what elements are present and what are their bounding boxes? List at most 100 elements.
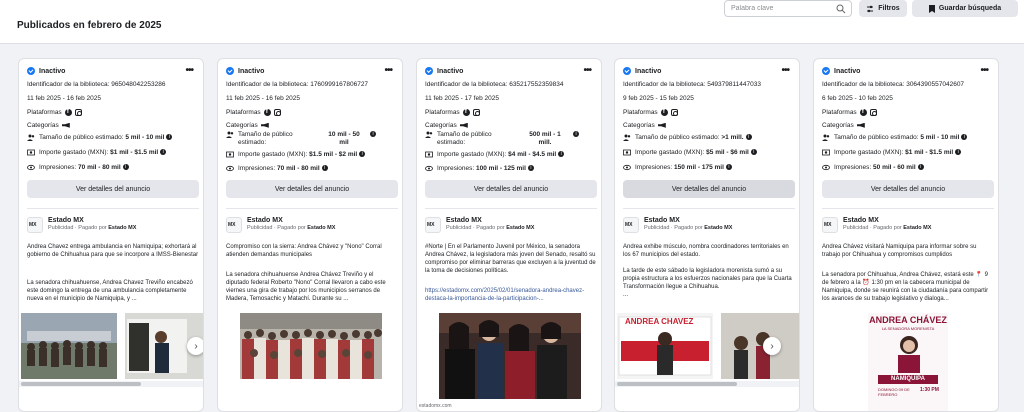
info-icon[interactable]: i (955, 149, 962, 156)
status-check-icon (226, 67, 234, 75)
spend-value: $5 mil - $6 mil (706, 149, 749, 156)
info-icon[interactable]: i (359, 151, 366, 158)
info-icon[interactable]: i (745, 134, 752, 141)
advertiser-logo[interactable] (623, 217, 639, 233)
audience-value: 5 mil - 10 mil (920, 134, 960, 141)
view-details-button[interactable]: Ver detalles del anuncio (822, 180, 994, 198)
library-id-label: Identificador de la biblioteca: (425, 81, 508, 88)
spend-value: $4 mil - $4.5 mil (508, 151, 557, 158)
more-options-icon[interactable]: ••• (384, 65, 392, 76)
sponsored-label: Publicidad (247, 225, 273, 231)
impressions-row: Impresiones: 100 mil - 125 mil i (425, 165, 597, 172)
carousel: › (21, 313, 203, 379)
advertiser-name[interactable]: Estado MX (247, 217, 335, 224)
info-icon[interactable]: i (527, 165, 534, 172)
carousel-next-button[interactable]: › (763, 337, 781, 355)
advertiser-logo[interactable] (27, 217, 43, 233)
poster-portrait (898, 336, 920, 373)
advertiser-name[interactable]: Estado MX (446, 217, 534, 224)
info-icon[interactable]: i (558, 151, 565, 158)
ad-body-text: La senadora por Chihuahua, Andrea Chávez… (822, 272, 989, 302)
more-options-icon[interactable]: ••• (980, 65, 988, 76)
sponsored-label: Publicidad (644, 225, 670, 231)
advertiser-logo[interactable] (425, 217, 441, 233)
impressions-row: Impresiones: 150 mil - 175 mil i (623, 164, 795, 171)
info-icon[interactable]: i (573, 131, 579, 137)
status-check-icon (425, 67, 433, 75)
money-icon (822, 149, 830, 156)
ad-link[interactable]: https://estadomx.com/2025/02/01/senadora… (425, 287, 597, 303)
advertiser-logo[interactable] (226, 217, 242, 233)
sponsored-line: Publicidad · Pagado por Estado MX (247, 225, 335, 231)
carousel-next-button[interactable]: › (187, 337, 203, 355)
carousel: ANDREA CHAVEZ › (617, 313, 799, 379)
platforms-row: Plataformas (822, 109, 877, 116)
save-search-button[interactable]: Guardar búsqueda (912, 0, 1018, 17)
categories-row: Categorías (226, 122, 269, 129)
platforms-row: Plataformas (226, 109, 281, 116)
info-icon[interactable]: i (917, 164, 924, 171)
advertiser-name[interactable]: Estado MX (843, 217, 931, 224)
filters-button[interactable]: Filtros (859, 0, 907, 17)
sponsored-label: Publicidad (843, 225, 869, 231)
filters-label: Filtros (878, 5, 900, 12)
scroll-thumb[interactable] (21, 382, 141, 386)
carousel-scrollbar[interactable] (615, 381, 799, 387)
spend-label: Importe gastado (MXN): (39, 149, 109, 156)
divider (623, 208, 795, 209)
advertiser-logo[interactable] (822, 217, 838, 233)
info-icon[interactable]: i (725, 164, 732, 171)
sponsored-label: Publicidad (446, 225, 472, 231)
scroll-thumb[interactable] (617, 382, 737, 386)
info-icon[interactable]: i (370, 131, 376, 137)
carousel-scrollbar[interactable] (19, 381, 203, 387)
view-details-button[interactable]: Ver detalles del anuncio (27, 180, 199, 198)
paid-by-label: · Pagado por (670, 225, 703, 231)
group-photo (439, 313, 581, 399)
audience-row: Tamaño de público estimado: 500 mil - 1 … (425, 131, 597, 147)
platforms-label: Plataformas (226, 109, 261, 116)
search-box[interactable] (724, 0, 852, 17)
categories-row: Categorías (425, 122, 468, 129)
more-options-icon[interactable]: ••• (583, 65, 591, 76)
categories-label: Categorías (623, 122, 655, 129)
megaphone-icon (459, 122, 468, 128)
facebook-icon (64, 109, 72, 116)
instagram-icon (670, 109, 678, 116)
categories-label: Categorías (27, 122, 59, 129)
impressions-row: Impresiones: 50 mil - 60 mil i (822, 164, 994, 171)
ad-image (439, 313, 581, 399)
spend-label: Importe gastado (MXN): (635, 149, 705, 156)
status-row: Inactivo (822, 67, 860, 75)
view-details-button[interactable]: Ver detalles del anuncio (623, 180, 795, 198)
library-id: Identificador de la biblioteca: 63521755… (425, 81, 563, 88)
view-details-button[interactable]: Ver detalles del anuncio (425, 180, 597, 198)
megaphone-icon (61, 122, 70, 128)
info-icon[interactable]: i (750, 149, 757, 156)
impressions-value: 100 mil - 125 mil (476, 165, 526, 172)
ad-card: Inactivo ••• Identificador de la bibliot… (614, 58, 800, 412)
info-icon[interactable]: i (321, 165, 328, 172)
info-icon[interactable]: i (961, 134, 968, 141)
people-icon (822, 134, 830, 141)
poster-time: 1:30 PM (920, 387, 939, 393)
advertiser-name[interactable]: Estado MX (644, 217, 732, 224)
view-details-button[interactable]: Ver detalles del anuncio (226, 180, 398, 198)
info-icon[interactable]: i (122, 164, 129, 171)
impressions-value: 70 mil - 80 mil (78, 164, 121, 171)
advertiser-name[interactable]: Estado MX (48, 217, 136, 224)
info-icon[interactable]: i (160, 149, 167, 156)
library-id-label: Identificador de la biblioteca: (27, 81, 110, 88)
status-label: Inactivo (238, 67, 265, 75)
ad-body-text: La senadora chihuahuense, Andrea Chavez … (27, 280, 193, 302)
instagram-icon (74, 109, 82, 116)
spend-label: Importe gastado (MXN): (437, 151, 507, 158)
search-icon[interactable] (836, 4, 846, 14)
spend-row: Importe gastado (MXN): $1 mil - $1.5 mil… (27, 149, 199, 156)
ad-body-title: Andrea exhibe músculo, nombra coordinado… (623, 244, 789, 258)
more-options-icon[interactable]: ••• (185, 65, 193, 76)
more-options-icon[interactable]: ••• (781, 65, 789, 76)
search-input[interactable] (731, 5, 831, 12)
categories-label: Categorías (425, 122, 457, 129)
info-icon[interactable]: i (166, 134, 173, 141)
